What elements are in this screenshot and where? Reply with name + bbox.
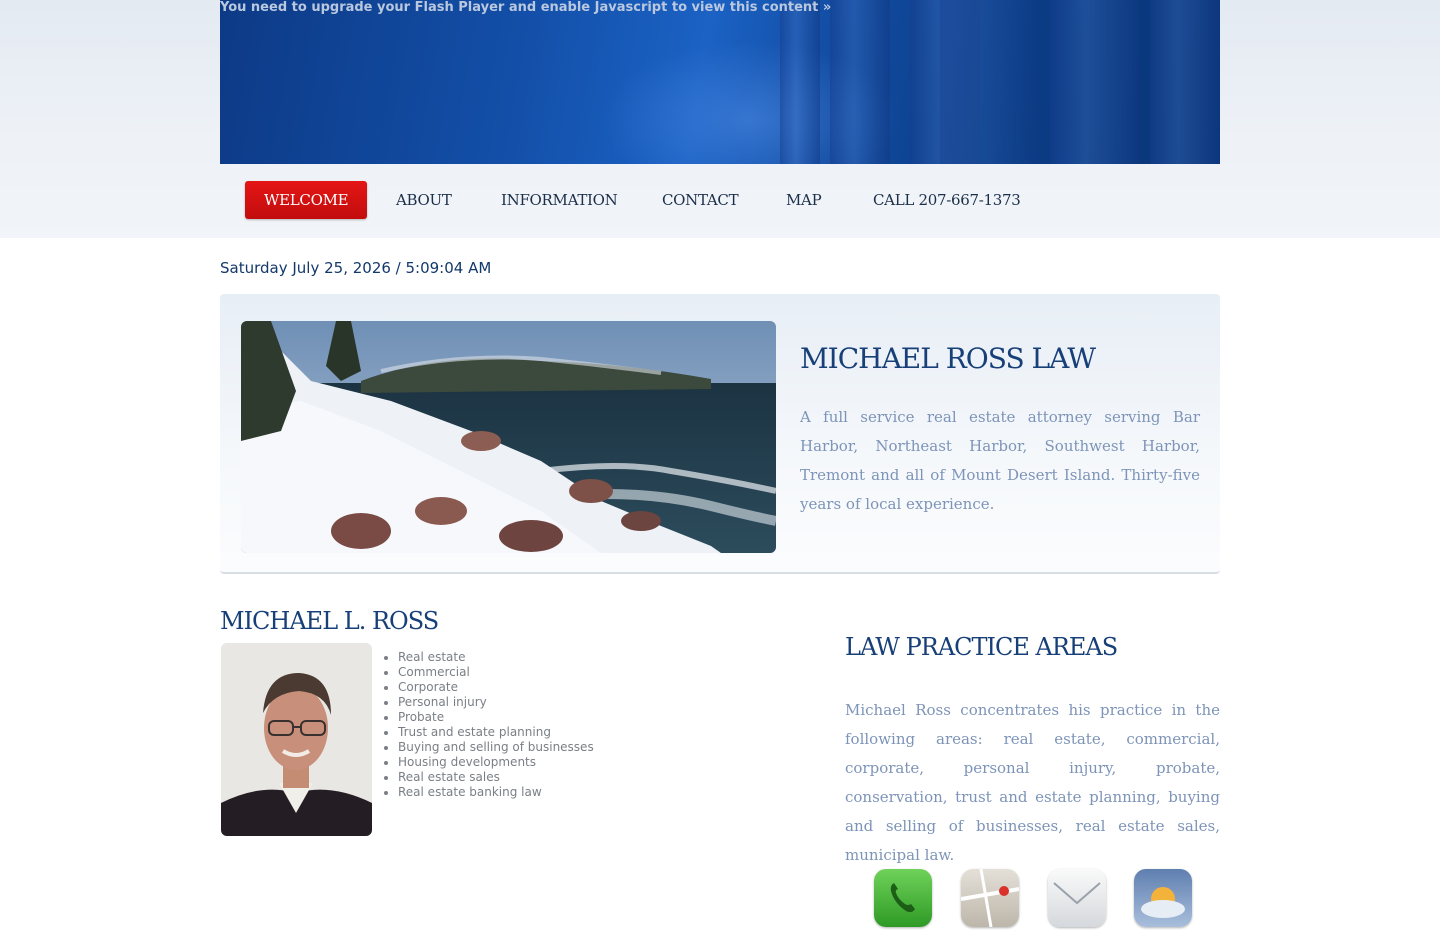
practice-areas-description: Michael Ross concentrates his practice i…: [845, 701, 1220, 864]
list-item: Real estate: [398, 650, 594, 665]
list-item: Trust and estate planning: [398, 725, 594, 740]
attorney-name: MICHAEL L. ROSS: [220, 607, 439, 635]
list-item: Corporate: [398, 680, 594, 695]
banner-column-2: [830, 0, 890, 164]
flash-upgrade-link[interactable]: You need to upgrade your Flash Player an…: [220, 0, 831, 16]
nav-contact[interactable]: CONTACT: [662, 181, 739, 219]
nav-about[interactable]: ABOUT: [396, 181, 452, 219]
nav-welcome[interactable]: WELCOME: [245, 181, 368, 219]
list-item: Real estate sales: [398, 770, 594, 785]
flash-banner: [220, 0, 1220, 164]
nav-map[interactable]: MAP: [786, 181, 822, 219]
weather-icon[interactable]: [1134, 869, 1192, 927]
practice-list: Real estate Commercial Corporate Persona…: [380, 650, 594, 800]
banner-column-1: [780, 0, 820, 164]
list-item: Commercial: [398, 665, 594, 680]
date-time: Saturday July 25, 2026 / 5:09:04 AM: [220, 259, 492, 277]
banner-column-4: [940, 0, 1040, 164]
list-item: Probate: [398, 710, 594, 725]
list-item: Personal injury: [398, 695, 594, 710]
list-item: Buying and selling of businesses: [398, 740, 594, 755]
banner-column-6: [1150, 0, 1220, 164]
list-item: Real estate banking law: [398, 785, 594, 800]
coast-photo: [241, 321, 776, 553]
banner-column-5: [1050, 0, 1140, 164]
mail-icon[interactable]: [1048, 869, 1106, 927]
feature-panel: MICHAEL ROSS LAW A full service real est…: [220, 294, 1220, 574]
firm-title: MICHAEL ROSS LAW: [800, 342, 1096, 375]
firm-description: A full service real estate attorney serv…: [800, 408, 1200, 513]
nav-call[interactable]: CALL 207-667-1373: [873, 181, 1021, 219]
list-item: Housing developments: [398, 755, 594, 770]
phone-icon[interactable]: [874, 869, 932, 927]
practice-areas-title: LAW PRACTICE AREAS: [845, 633, 1118, 661]
attorney-portrait: [221, 643, 372, 836]
main-nav: WELCOME ABOUT INFORMATION CONTACT MAP CA…: [220, 181, 1220, 219]
map-icon[interactable]: [960, 868, 1020, 928]
nav-information[interactable]: INFORMATION: [501, 181, 618, 219]
